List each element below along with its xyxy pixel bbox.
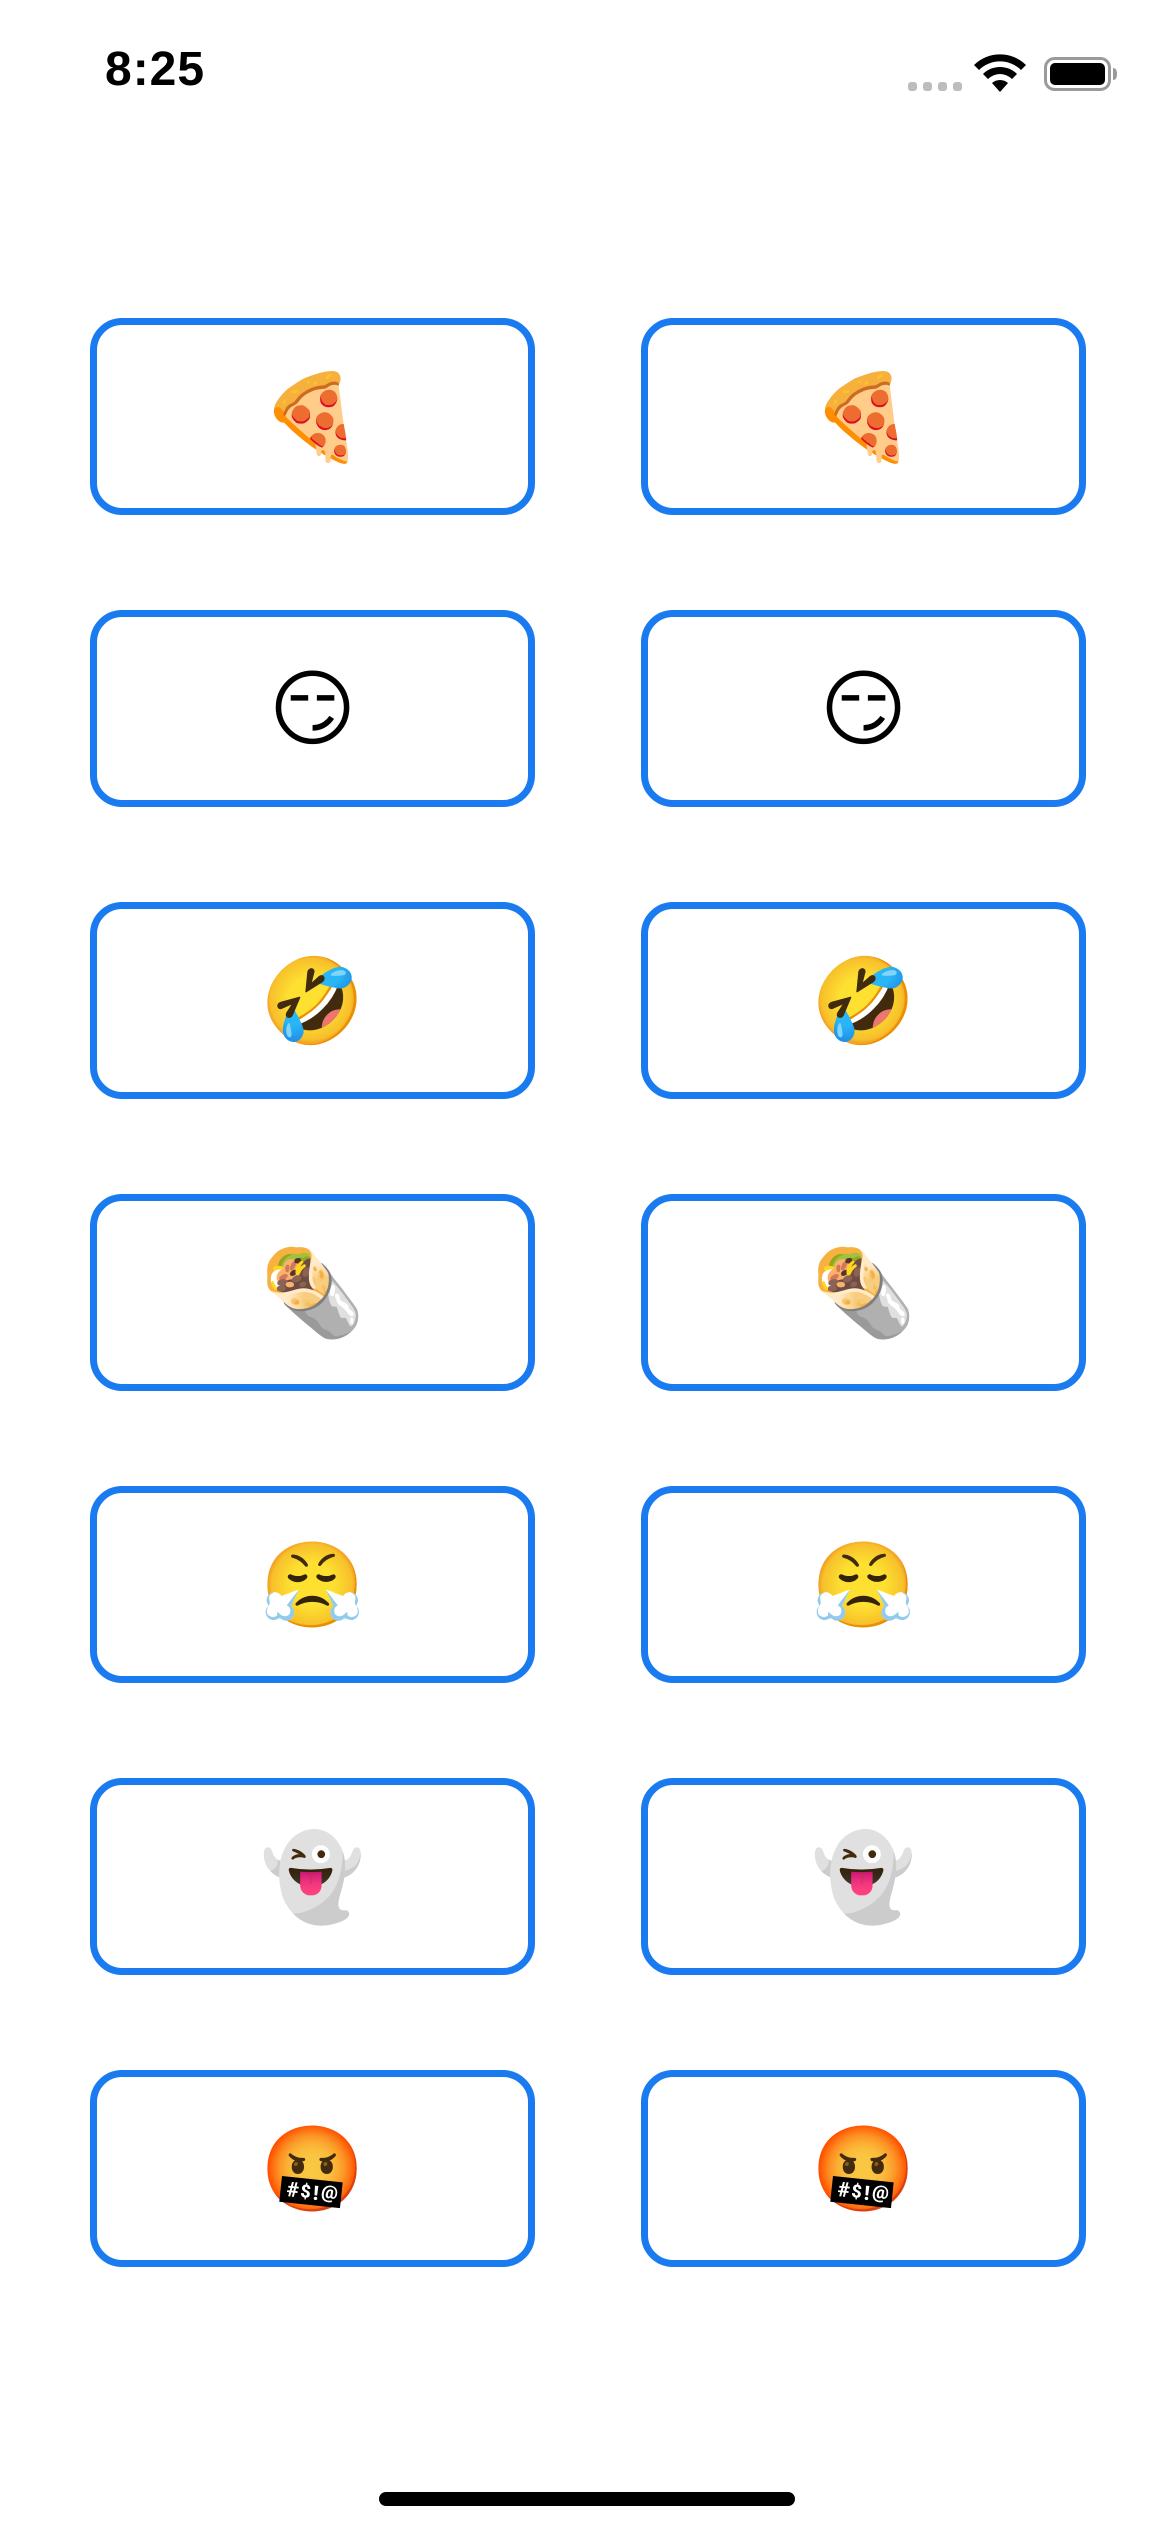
emoji-card-button-left-3[interactable]: 🤣 <box>90 902 535 1099</box>
cellular-signal-icon <box>908 82 962 91</box>
emoji-card-button-left-5[interactable]: 😤 <box>90 1486 535 1683</box>
status-time: 8:25 <box>105 43 206 96</box>
huffing-face-icon: 😤 <box>811 1535 916 1634</box>
emoji-card-button-left-6[interactable]: 👻 <box>90 1778 535 1975</box>
ghost-icon: 👻 <box>260 1827 365 1926</box>
emoji-card-button-left-1[interactable]: 🍕 <box>90 318 535 515</box>
rolling-laughing-icon: 🤣 <box>811 951 916 1050</box>
emoji-card-button-right-3[interactable]: 🤣 <box>641 902 1086 1099</box>
burrito-icon: 🌯 <box>260 1243 365 1342</box>
smirk-icon: 😏 <box>268 659 357 758</box>
home-indicator[interactable] <box>379 2492 795 2506</box>
rolling-laughing-icon: 🤣 <box>260 951 365 1050</box>
emoji-card-button-right-2[interactable]: 😏 <box>641 610 1086 807</box>
emoji-card-button-right-6[interactable]: 👻 <box>641 1778 1086 1975</box>
huffing-face-icon: 😤 <box>260 1535 365 1634</box>
emoji-card-button-right-4[interactable]: 🌯 <box>641 1194 1086 1391</box>
cursing-face-icon: 🤬 <box>811 2119 916 2218</box>
battery-icon <box>1044 57 1117 91</box>
ghost-icon: 👻 <box>811 1827 916 1926</box>
status-bar: 8:25 <box>0 0 1170 150</box>
wifi-icon <box>974 54 1026 92</box>
burrito-icon: 🌯 <box>811 1243 916 1342</box>
emoji-card-button-right-7[interactable]: 🤬 <box>641 2070 1086 2267</box>
smirk-icon: 😏 <box>819 659 908 758</box>
emoji-card-button-left-2[interactable]: 😏 <box>90 610 535 807</box>
emoji-card-button-right-5[interactable]: 😤 <box>641 1486 1086 1683</box>
emoji-card-button-left-7[interactable]: 🤬 <box>90 2070 535 2267</box>
cursing-face-icon: 🤬 <box>260 2119 365 2218</box>
pizza-icon: 🍕 <box>260 367 365 466</box>
emoji-card-button-left-4[interactable]: 🌯 <box>90 1194 535 1391</box>
emoji-card-button-right-1[interactable]: 🍕 <box>641 318 1086 515</box>
pizza-icon: 🍕 <box>811 367 916 466</box>
